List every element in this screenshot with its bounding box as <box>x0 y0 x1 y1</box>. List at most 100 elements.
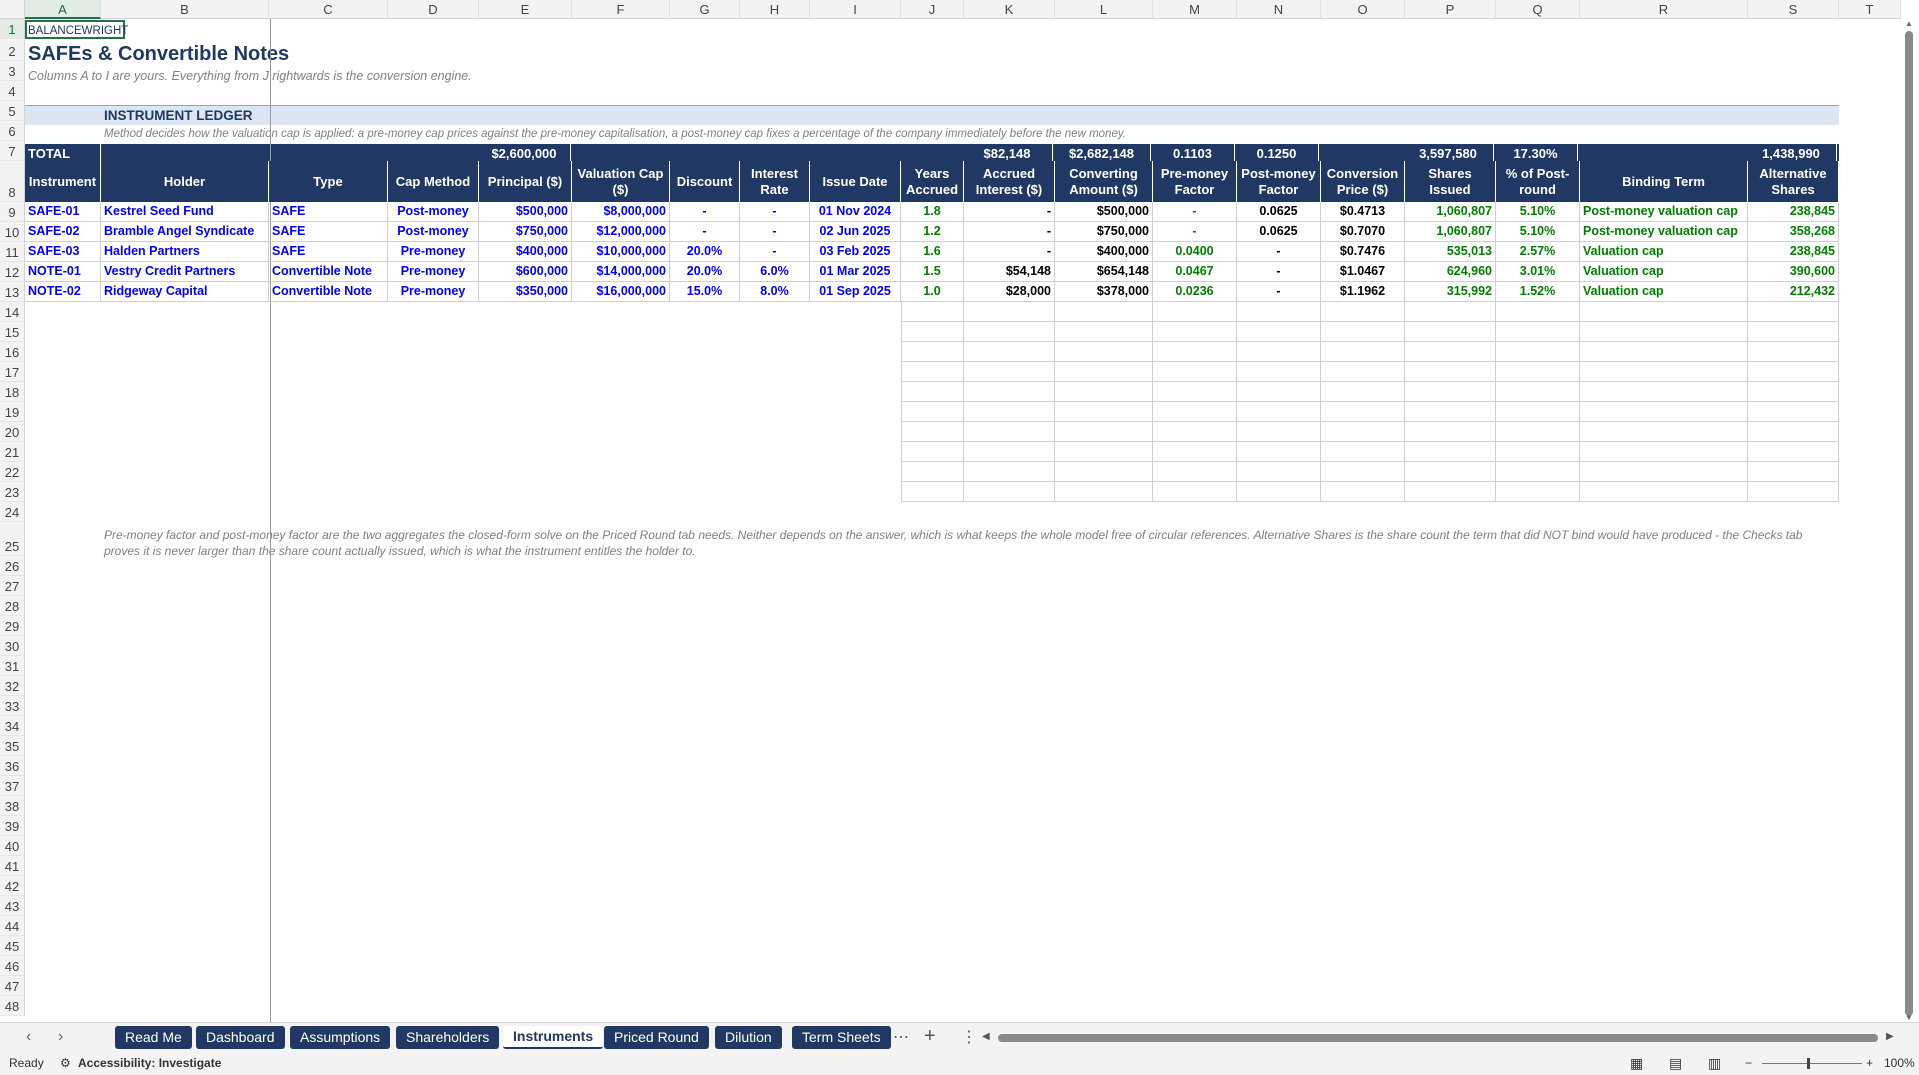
empty-cell[interactable] <box>1748 302 1839 322</box>
row-header-25[interactable]: 25 <box>0 522 25 556</box>
empty-cell[interactable] <box>901 342 964 362</box>
tab-priced-round[interactable]: Priced Round <box>604 1026 709 1049</box>
empty-cell[interactable] <box>901 482 964 502</box>
empty-cell[interactable] <box>1237 382 1321 402</box>
cell-post-money-factor[interactable]: 0.0625 <box>1237 202 1321 222</box>
zoom-out-icon[interactable]: − <box>1745 1052 1752 1075</box>
sheet-options-icon[interactable]: ⋮ <box>961 1027 977 1047</box>
cell-valuation-cap[interactable]: $16,000,000 <box>572 282 670 302</box>
cell-binding-term[interactable]: Valuation cap <box>1580 262 1748 282</box>
cell-id[interactable]: NOTE-02 <box>25 282 101 302</box>
empty-cell[interactable] <box>1055 342 1153 362</box>
row-header-6[interactable]: 6 <box>0 121 25 141</box>
cell-interest-rate[interactable]: - <box>740 202 810 222</box>
cell-alternative-shares[interactable]: 238,845 <box>1748 202 1839 222</box>
cell-holder[interactable]: Vestry Credit Partners <box>101 262 269 282</box>
column-header-h[interactable]: H <box>740 0 810 19</box>
cell-interest-rate[interactable]: - <box>740 242 810 262</box>
cell-cap-method[interactable]: Pre-money <box>388 262 479 282</box>
row-header-2[interactable]: 2 <box>0 39 25 61</box>
cell-binding-term[interactable]: Valuation cap <box>1580 282 1748 302</box>
column-header-c[interactable]: C <box>269 0 388 19</box>
empty-cell[interactable] <box>964 402 1055 422</box>
row-header-18[interactable]: 18 <box>0 382 25 402</box>
empty-cell[interactable] <box>1153 342 1237 362</box>
cell-valuation-cap[interactable]: $12,000,000 <box>572 222 670 242</box>
cell-years-accrued[interactable]: 1.2 <box>901 222 964 242</box>
column-header-i[interactable]: I <box>810 0 901 19</box>
cell-principal[interactable]: $400,000 <box>479 242 572 262</box>
cell-cap-method[interactable]: Pre-money <box>388 282 479 302</box>
cell-valuation-cap[interactable]: $10,000,000 <box>572 242 670 262</box>
empty-cell[interactable] <box>1321 482 1405 502</box>
empty-cell[interactable] <box>1496 402 1580 422</box>
empty-cell[interactable] <box>1055 302 1153 322</box>
row-header-13[interactable]: 13 <box>0 282 25 302</box>
empty-cell[interactable] <box>1321 442 1405 462</box>
cell-issue-date[interactable]: 03 Feb 2025 <box>810 242 901 262</box>
empty-cell[interactable] <box>901 302 964 322</box>
row-header-27[interactable]: 27 <box>0 576 25 596</box>
row-header-21[interactable]: 21 <box>0 442 25 462</box>
vertical-scroll-thumb[interactable] <box>1905 31 1913 1016</box>
empty-cell[interactable] <box>964 382 1055 402</box>
normal-view-icon[interactable]: ▦ <box>1630 1052 1643 1075</box>
cell-interest-rate[interactable]: 6.0% <box>740 262 810 282</box>
row-header-11[interactable]: 11 <box>0 242 25 262</box>
empty-cell[interactable] <box>1748 342 1839 362</box>
column-header-l[interactable]: L <box>1055 0 1153 19</box>
empty-cell[interactable] <box>1496 482 1580 502</box>
accessibility-status[interactable]: Accessibility: Investigate <box>78 1052 221 1075</box>
cell-type[interactable]: SAFE <box>269 222 388 242</box>
empty-cell[interactable] <box>1496 342 1580 362</box>
cell-holder[interactable]: Ridgeway Capital <box>101 282 269 302</box>
column-header-j[interactable]: J <box>901 0 964 19</box>
cell-accrued-interest[interactable]: - <box>964 242 1055 262</box>
cell-discount[interactable]: 20.0% <box>670 262 740 282</box>
row-header-45[interactable]: 45 <box>0 936 25 956</box>
column-header-r[interactable]: R <box>1580 0 1748 19</box>
empty-cell[interactable] <box>1580 402 1748 422</box>
row-header-15[interactable]: 15 <box>0 322 25 342</box>
column-header-e[interactable]: E <box>479 0 572 19</box>
row-header-5[interactable]: 5 <box>0 101 25 121</box>
row-header-23[interactable]: 23 <box>0 482 25 502</box>
cell-converting-amount[interactable]: $654,148 <box>1055 262 1153 282</box>
empty-cell[interactable] <box>901 462 964 482</box>
empty-cell[interactable] <box>1496 462 1580 482</box>
empty-cell[interactable] <box>1748 482 1839 502</box>
cell-pct-post-round[interactable]: 5.10% <box>1496 222 1580 242</box>
tab-dashboard[interactable]: Dashboard <box>196 1026 285 1049</box>
empty-cell[interactable] <box>1237 362 1321 382</box>
row-header-39[interactable]: 39 <box>0 816 25 836</box>
cell-interest-rate[interactable]: - <box>740 222 810 242</box>
column-header-g[interactable]: G <box>670 0 740 19</box>
column-header-q[interactable]: Q <box>1496 0 1580 19</box>
cell-shares-issued[interactable]: 624,960 <box>1405 262 1496 282</box>
row-header-17[interactable]: 17 <box>0 362 25 382</box>
cell-type[interactable]: SAFE <box>269 242 388 262</box>
cell-id[interactable]: SAFE-01 <box>25 202 101 222</box>
empty-cell[interactable] <box>1055 402 1153 422</box>
tab-dilution[interactable]: Dilution <box>715 1026 782 1049</box>
cell-a1-brand[interactable]: BALANCEWRIGHT <box>25 20 128 39</box>
cell-type[interactable]: Convertible Note <box>269 262 388 282</box>
empty-cell[interactable] <box>901 422 964 442</box>
row-header-8[interactable]: 8 <box>0 161 25 202</box>
cell-years-accrued[interactable]: 1.5 <box>901 262 964 282</box>
cell-shares-issued[interactable]: 535,013 <box>1405 242 1496 262</box>
empty-cell[interactable] <box>901 362 964 382</box>
empty-cell[interactable] <box>1055 362 1153 382</box>
empty-cell[interactable] <box>1237 442 1321 462</box>
cell-converting-amount[interactable]: $400,000 <box>1055 242 1153 262</box>
cell-discount[interactable]: 15.0% <box>670 282 740 302</box>
empty-cell[interactable] <box>1748 462 1839 482</box>
empty-cell[interactable] <box>1237 402 1321 422</box>
column-header-t[interactable]: T <box>1839 0 1901 19</box>
column-header-a[interactable]: A <box>25 0 101 19</box>
empty-cell[interactable] <box>1748 322 1839 342</box>
cell-interest-rate[interactable]: 8.0% <box>740 282 810 302</box>
row-header-12[interactable]: 12 <box>0 262 25 282</box>
row-header-22[interactable]: 22 <box>0 462 25 482</box>
cell-alternative-shares[interactable]: 390,600 <box>1748 262 1839 282</box>
